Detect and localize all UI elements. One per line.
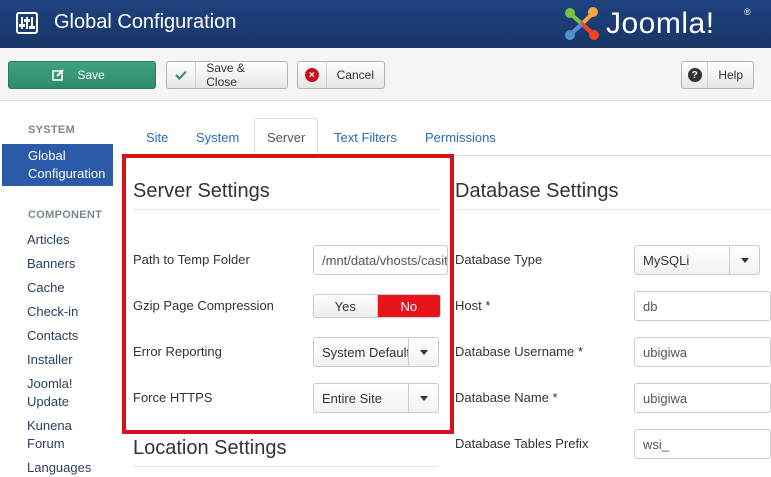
divider xyxy=(133,209,438,210)
sidebar-item-label: Forum xyxy=(27,436,65,451)
table-prefix-input[interactable]: wsi_ xyxy=(634,429,771,459)
cancel-button[interactable]: × Cancel xyxy=(297,61,385,89)
gzip-yes-button[interactable]: Yes xyxy=(314,295,378,317)
tab-server[interactable]: Server xyxy=(254,118,319,156)
sidebar-item-kunena-forum[interactable]: Kunena Forum xyxy=(27,417,72,453)
error-reporting-select[interactable]: System Default xyxy=(313,337,439,367)
chevron-down-icon xyxy=(408,338,438,366)
force-https-select[interactable]: Entire Site xyxy=(313,383,439,413)
sidebar-item-label: Update xyxy=(27,394,69,409)
sidebar-item-languages[interactable]: Languages xyxy=(27,459,91,477)
host-input[interactable]: db xyxy=(634,291,771,321)
sidebar-item-joomla-update[interactable]: Joomla! Update xyxy=(27,375,73,411)
cancel-label: Cancel xyxy=(336,68,374,82)
error-reporting-label: Error Reporting xyxy=(133,344,222,359)
divider xyxy=(133,466,438,467)
save-close-button[interactable]: Save & Close xyxy=(166,61,288,89)
joomla-mark-icon xyxy=(565,7,599,40)
sidebar-item-global-configuration[interactable]: Global Configuration xyxy=(2,144,113,186)
database-name-input[interactable]: ubigiwa xyxy=(634,383,771,413)
sidebar-item-check-in[interactable]: Check-in xyxy=(27,303,78,321)
database-type-select[interactable]: MySQLi xyxy=(634,245,760,275)
database-username-input[interactable]: ubigiwa xyxy=(634,337,771,367)
force-https-value: Entire Site xyxy=(322,390,382,406)
sidebar-item-label: Joomla! xyxy=(27,376,73,391)
location-settings-title: Location Settings xyxy=(133,437,287,459)
tab-site[interactable]: Site xyxy=(134,118,180,156)
error-reporting-value: System Default xyxy=(322,344,408,360)
gzip-no-button[interactable]: No xyxy=(377,295,440,317)
temp-folder-label: Path to Temp Folder xyxy=(133,252,250,267)
chevron-down-icon xyxy=(408,384,438,412)
database-type-label: Database Type xyxy=(455,252,543,267)
server-settings-title: Server Settings xyxy=(133,180,270,202)
tab-text-filters[interactable]: Text Filters xyxy=(322,118,409,156)
database-settings-title: Database Settings xyxy=(455,180,619,202)
edit-icon xyxy=(49,62,67,88)
cancel-icon: × xyxy=(298,62,327,88)
sidebar-item-label: Global xyxy=(28,148,66,163)
sidebar-heading-system: SYSTEM xyxy=(28,124,76,136)
sidebar-heading-component: COMPONENT xyxy=(28,209,103,221)
table-prefix-label: Database Tables Prefix xyxy=(455,436,589,451)
tab-permissions[interactable]: Permissions xyxy=(413,118,508,156)
save-close-label: Save & Close xyxy=(206,61,245,89)
logo-wordmark: Joomla! xyxy=(606,7,715,40)
joomla-logo[interactable]: Joomla! ® xyxy=(562,5,762,43)
toolbar: Save Save & Close × Cancel ? Help xyxy=(0,48,771,101)
sidebar-item-cache[interactable]: Cache xyxy=(27,279,65,297)
sidebar-item-installer[interactable]: Installer xyxy=(27,351,73,369)
tab-system[interactable]: System xyxy=(184,118,251,156)
temp-folder-input[interactable]: /mnt/data/vhosts/casit xyxy=(313,245,448,275)
check-icon xyxy=(167,62,197,88)
gzip-label: Gzip Page Compression xyxy=(133,298,274,313)
tab-bar: Site System Server Text Filters Permissi… xyxy=(130,118,771,156)
help-button[interactable]: ? Help xyxy=(681,61,754,89)
sidebar-item-articles[interactable]: Articles xyxy=(27,231,70,249)
question-icon: ? xyxy=(682,62,709,88)
host-label: Host * xyxy=(455,298,491,313)
sidebar: SYSTEM Global Configuration COMPONENT Ar… xyxy=(0,101,120,477)
chevron-down-icon xyxy=(729,246,759,274)
database-username-label: Database Username * xyxy=(455,344,583,359)
database-name-label: Database Name * xyxy=(455,390,558,405)
force-https-label: Force HTTPS xyxy=(133,390,213,405)
app-header: Global Configuration Joomla! ® xyxy=(0,0,771,48)
sidebar-item-label: Configuration xyxy=(28,166,106,181)
database-type-value: MySQLi xyxy=(643,252,690,268)
save-label: Save xyxy=(77,68,105,82)
divider xyxy=(455,209,771,210)
sidebar-item-label: Kunena xyxy=(27,418,72,433)
save-button[interactable]: Save xyxy=(8,61,156,89)
help-label: Help xyxy=(718,68,743,82)
sidebar-item-banners[interactable]: Banners xyxy=(27,255,75,273)
sidebar-item-contacts[interactable]: Contacts xyxy=(27,327,78,345)
registered-mark: ® xyxy=(744,7,751,17)
gzip-toggle: Yes No xyxy=(313,294,441,318)
sliders-icon xyxy=(16,12,38,34)
page-title: Global Configuration xyxy=(54,11,237,33)
